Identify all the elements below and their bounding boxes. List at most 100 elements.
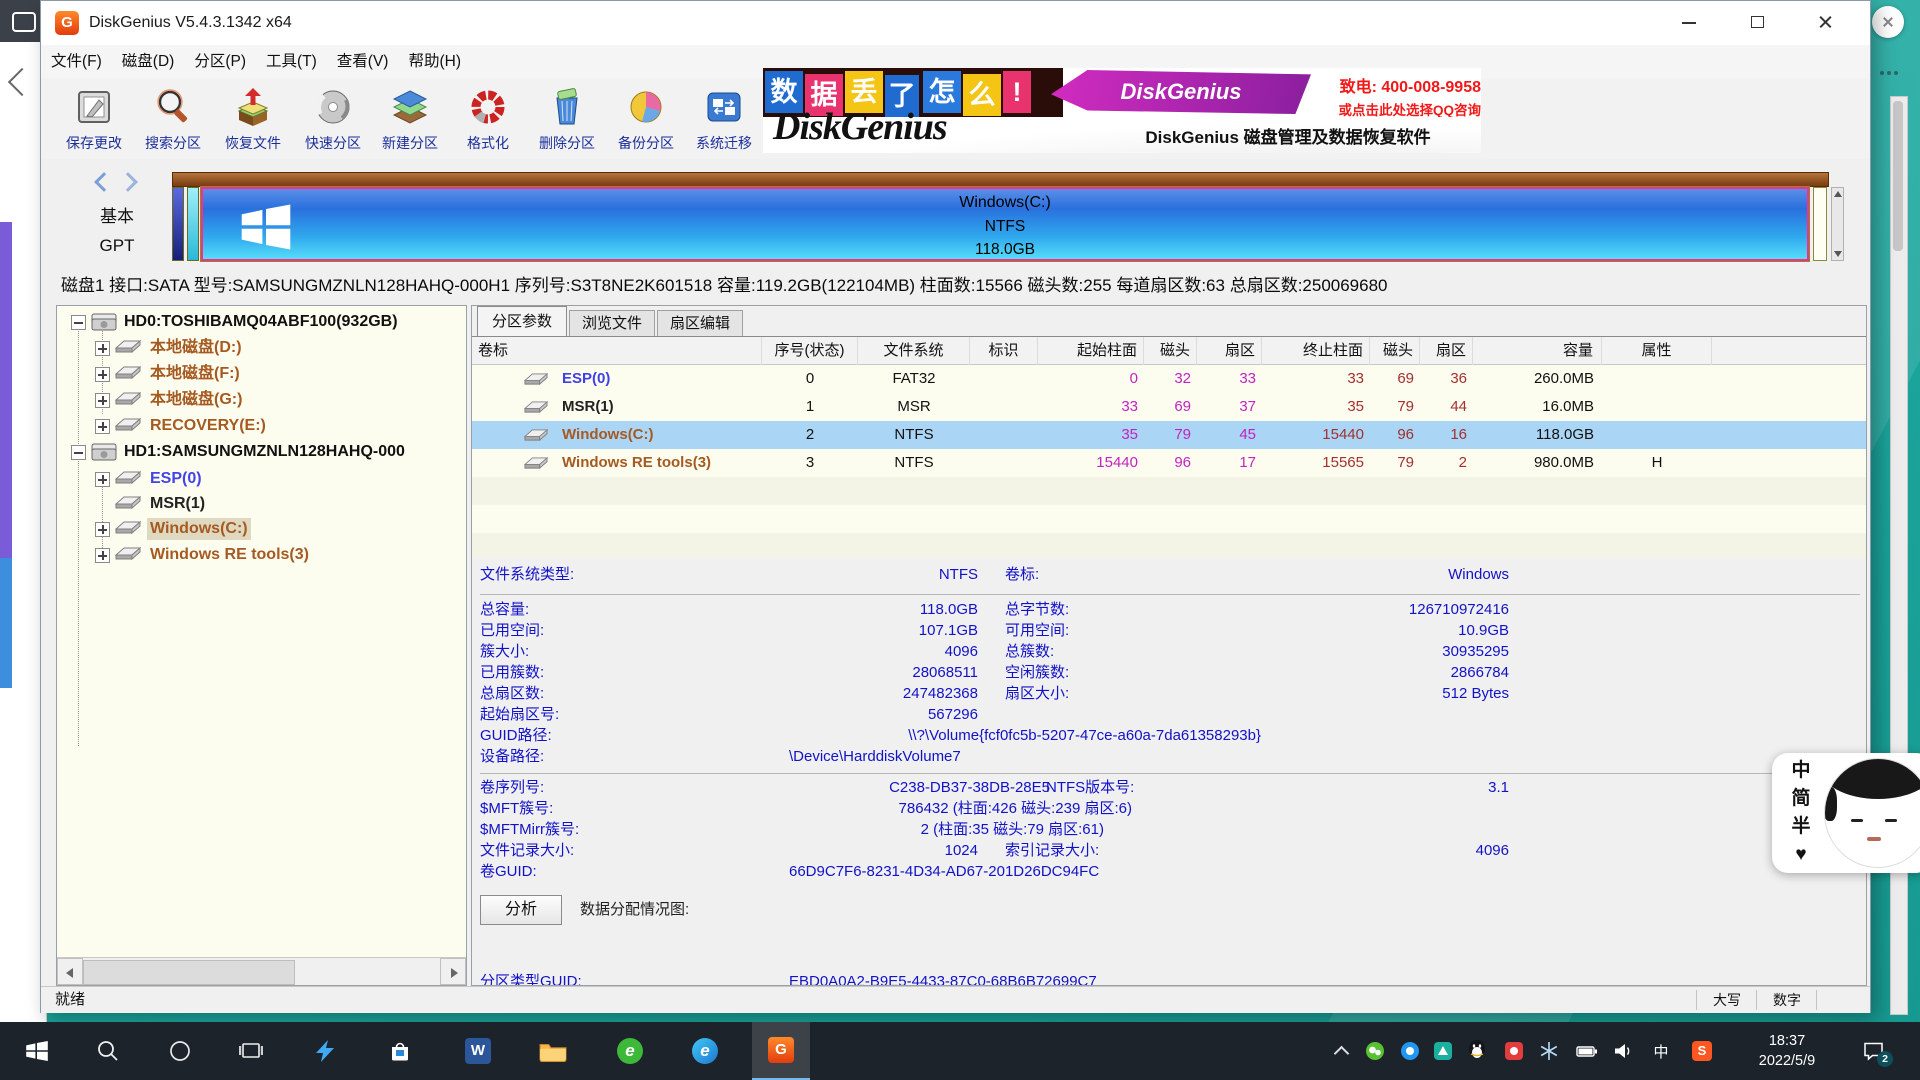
menu-help[interactable]: 帮助(H): [408, 45, 461, 78]
task-view-button[interactable]: [222, 1022, 280, 1080]
expand-icon[interactable]: [95, 522, 110, 537]
taskbar-diskgenius-active[interactable]: G: [752, 1022, 810, 1080]
tree-horizontal-scrollbar[interactable]: [57, 957, 466, 986]
disk-prev-icon[interactable]: [94, 172, 114, 192]
scroll-down-icon[interactable]: [1834, 251, 1842, 257]
detail-row: 设备路径: \Device\HarddiskVolume7: [472, 747, 1866, 767]
save-changes-button[interactable]: 保存更改: [56, 85, 132, 157]
partition-block-esp[interactable]: [172, 187, 184, 261]
battery-icon[interactable]: [1575, 1039, 1599, 1063]
pinned-app-bolt[interactable]: [296, 1022, 354, 1080]
disk-bar-scrollbar[interactable]: [1831, 187, 1844, 261]
maximize-button[interactable]: [1733, 1, 1781, 43]
table-row-selected[interactable]: Windows(C:) 2 NTFS 35 79 45 15440 96 16 …: [472, 421, 1866, 449]
recover-files-button[interactable]: 恢复文件: [215, 85, 291, 157]
minimize-button[interactable]: [1665, 1, 1713, 43]
pinned-app-store[interactable]: [371, 1022, 429, 1080]
tree-item-hd1[interactable]: HD1:SAMSUNGMZNLN128HAHQ-000: [57, 439, 466, 465]
tree-item-local-g[interactable]: 本地磁盘(G:): [57, 387, 466, 413]
menu-disk[interactable]: 磁盘(D): [122, 45, 175, 78]
tab-partition-params[interactable]: 分区参数: [477, 306, 567, 336]
tray-snowflake-icon[interactable]: [1537, 1039, 1561, 1063]
ime-indicator[interactable]: 中: [1649, 1039, 1673, 1063]
close-button[interactable]: [1801, 1, 1849, 43]
pie-icon: [626, 87, 666, 127]
detail-row: 起始扇区号: 567296: [472, 705, 1866, 725]
expand-icon[interactable]: [95, 472, 110, 487]
pinned-app-word[interactable]: W: [449, 1022, 507, 1080]
detail-label: 卷GUID:: [480, 862, 537, 882]
expand-icon[interactable]: [95, 341, 110, 356]
tree-item-local-f[interactable]: 本地磁盘(F:): [57, 361, 466, 387]
partition-icon: [115, 365, 141, 381]
pinned-app-edge[interactable]: e: [676, 1022, 734, 1080]
background-scrollbar[interactable]: [1890, 96, 1908, 1015]
pinned-app-browser-green[interactable]: e: [601, 1022, 659, 1080]
system-migrate-button[interactable]: 系统迁移: [686, 85, 762, 157]
detail-value: 66D9C7F6-8231-4D34-AD67-201D26DC94FC: [789, 862, 1099, 882]
tray-app-blue-icon[interactable]: [1398, 1039, 1422, 1063]
collapse-icon[interactable]: [71, 445, 86, 460]
partition-block-windows-c[interactable]: Windows(C:) NTFS 118.0GB: [201, 187, 1809, 261]
start-button[interactable]: [8, 1022, 66, 1080]
banner-qq[interactable]: 或点击此处选择QQ咨询: [1311, 99, 1481, 119]
table-row[interactable]: Windows RE tools(3) 3 NTFS 15440 96 17 1…: [472, 449, 1866, 477]
delete-partition-button[interactable]: 删除分区: [529, 85, 605, 157]
expand-icon[interactable]: [95, 419, 110, 434]
scroll-left-button[interactable]: [57, 958, 83, 985]
taskbar-clock[interactable]: 18:37 2022/5/9: [1732, 1031, 1842, 1071]
tree-item-hd0[interactable]: HD0:TOSHIBAMQ04ABF100(932GB): [57, 309, 466, 335]
taskbar-search-button[interactable]: [79, 1022, 137, 1080]
scrollbar-thumb[interactable]: [83, 960, 295, 985]
tree-item-esp[interactable]: ESP(0): [57, 466, 466, 492]
clock-date: 2022/5/9: [1732, 1051, 1842, 1071]
disk-next-icon[interactable]: [118, 172, 138, 192]
search-partition-button[interactable]: 搜索分区: [135, 85, 211, 157]
tray-wechat-icon[interactable]: [1363, 1039, 1387, 1063]
hdd-icon: [91, 313, 117, 331]
disk-header-strip[interactable]: [172, 172, 1829, 187]
menu-view[interactable]: 查看(V): [337, 45, 389, 78]
tray-qq-icon[interactable]: [1465, 1039, 1489, 1063]
floating-close-button[interactable]: [1872, 6, 1904, 38]
analyze-button[interactable]: 分析: [480, 895, 562, 925]
partition-name: Windows(C:): [203, 191, 1807, 215]
tree-item-windows-c[interactable]: Windows(C:): [57, 516, 466, 542]
volume-icon[interactable]: [1612, 1039, 1636, 1063]
detail-row: GUID路径: \\?\Volume{fcf0fc5b-5207-47ce-a6…: [472, 726, 1866, 746]
action-center-button[interactable]: 2: [1862, 1039, 1886, 1063]
expand-icon[interactable]: [95, 393, 110, 408]
menu-tools[interactable]: 工具(T): [266, 45, 317, 78]
cortana-button[interactable]: [151, 1022, 209, 1080]
sogou-icon[interactable]: S: [1690, 1039, 1714, 1063]
collapse-icon[interactable]: [71, 315, 86, 330]
tree-item-local-d[interactable]: 本地磁盘(D:): [57, 335, 466, 361]
background-scrollbar-thumb[interactable]: [1893, 101, 1903, 251]
tree-item-recovery-e[interactable]: RECOVERY(E:): [57, 413, 466, 439]
partition-block-re-tools[interactable]: [1813, 187, 1827, 261]
table-row[interactable]: MSR(1) 1 MSR 33 69 37 35 79 44 16.0MB: [472, 393, 1866, 421]
tray-app-red-icon[interactable]: [1502, 1039, 1526, 1063]
tab-browse-files[interactable]: 浏览文件: [569, 310, 655, 336]
menu-partition[interactable]: 分区(P): [194, 45, 246, 78]
tab-sector-edit[interactable]: 扇区编辑: [657, 310, 743, 336]
new-partition-button[interactable]: 新建分区: [372, 85, 448, 157]
more-options-icon[interactable]: [1880, 68, 1906, 78]
sticker-char: 简: [1788, 785, 1814, 813]
tree-item-msr[interactable]: MSR(1): [57, 491, 466, 517]
tray-app-teal-icon[interactable]: [1431, 1039, 1455, 1063]
scroll-up-icon[interactable]: [1834, 191, 1842, 197]
promo-banner[interactable]: 数 据 丢 了 怎 么 ! DiskGenius 致电: 400-008-995…: [763, 68, 1481, 153]
expand-icon[interactable]: [95, 367, 110, 382]
partition-block-msr[interactable]: [187, 187, 199, 261]
menu-file[interactable]: 文件(F): [51, 45, 102, 78]
file-explorer-button[interactable]: [524, 1022, 582, 1080]
backup-partition-button[interactable]: 备份分区: [608, 85, 684, 157]
format-button[interactable]: 格式化: [450, 85, 526, 157]
tree-item-windows-re[interactable]: Windows RE tools(3): [57, 542, 466, 568]
quick-partition-button[interactable]: 快速分区: [295, 85, 371, 157]
scroll-right-button[interactable]: [440, 958, 466, 985]
expand-icon[interactable]: [95, 548, 110, 563]
table-row[interactable]: ESP(0) 0 FAT32 0 32 33 33 69 36 260.0MB: [472, 365, 1866, 393]
tray-expand-button[interactable]: [1329, 1039, 1353, 1063]
